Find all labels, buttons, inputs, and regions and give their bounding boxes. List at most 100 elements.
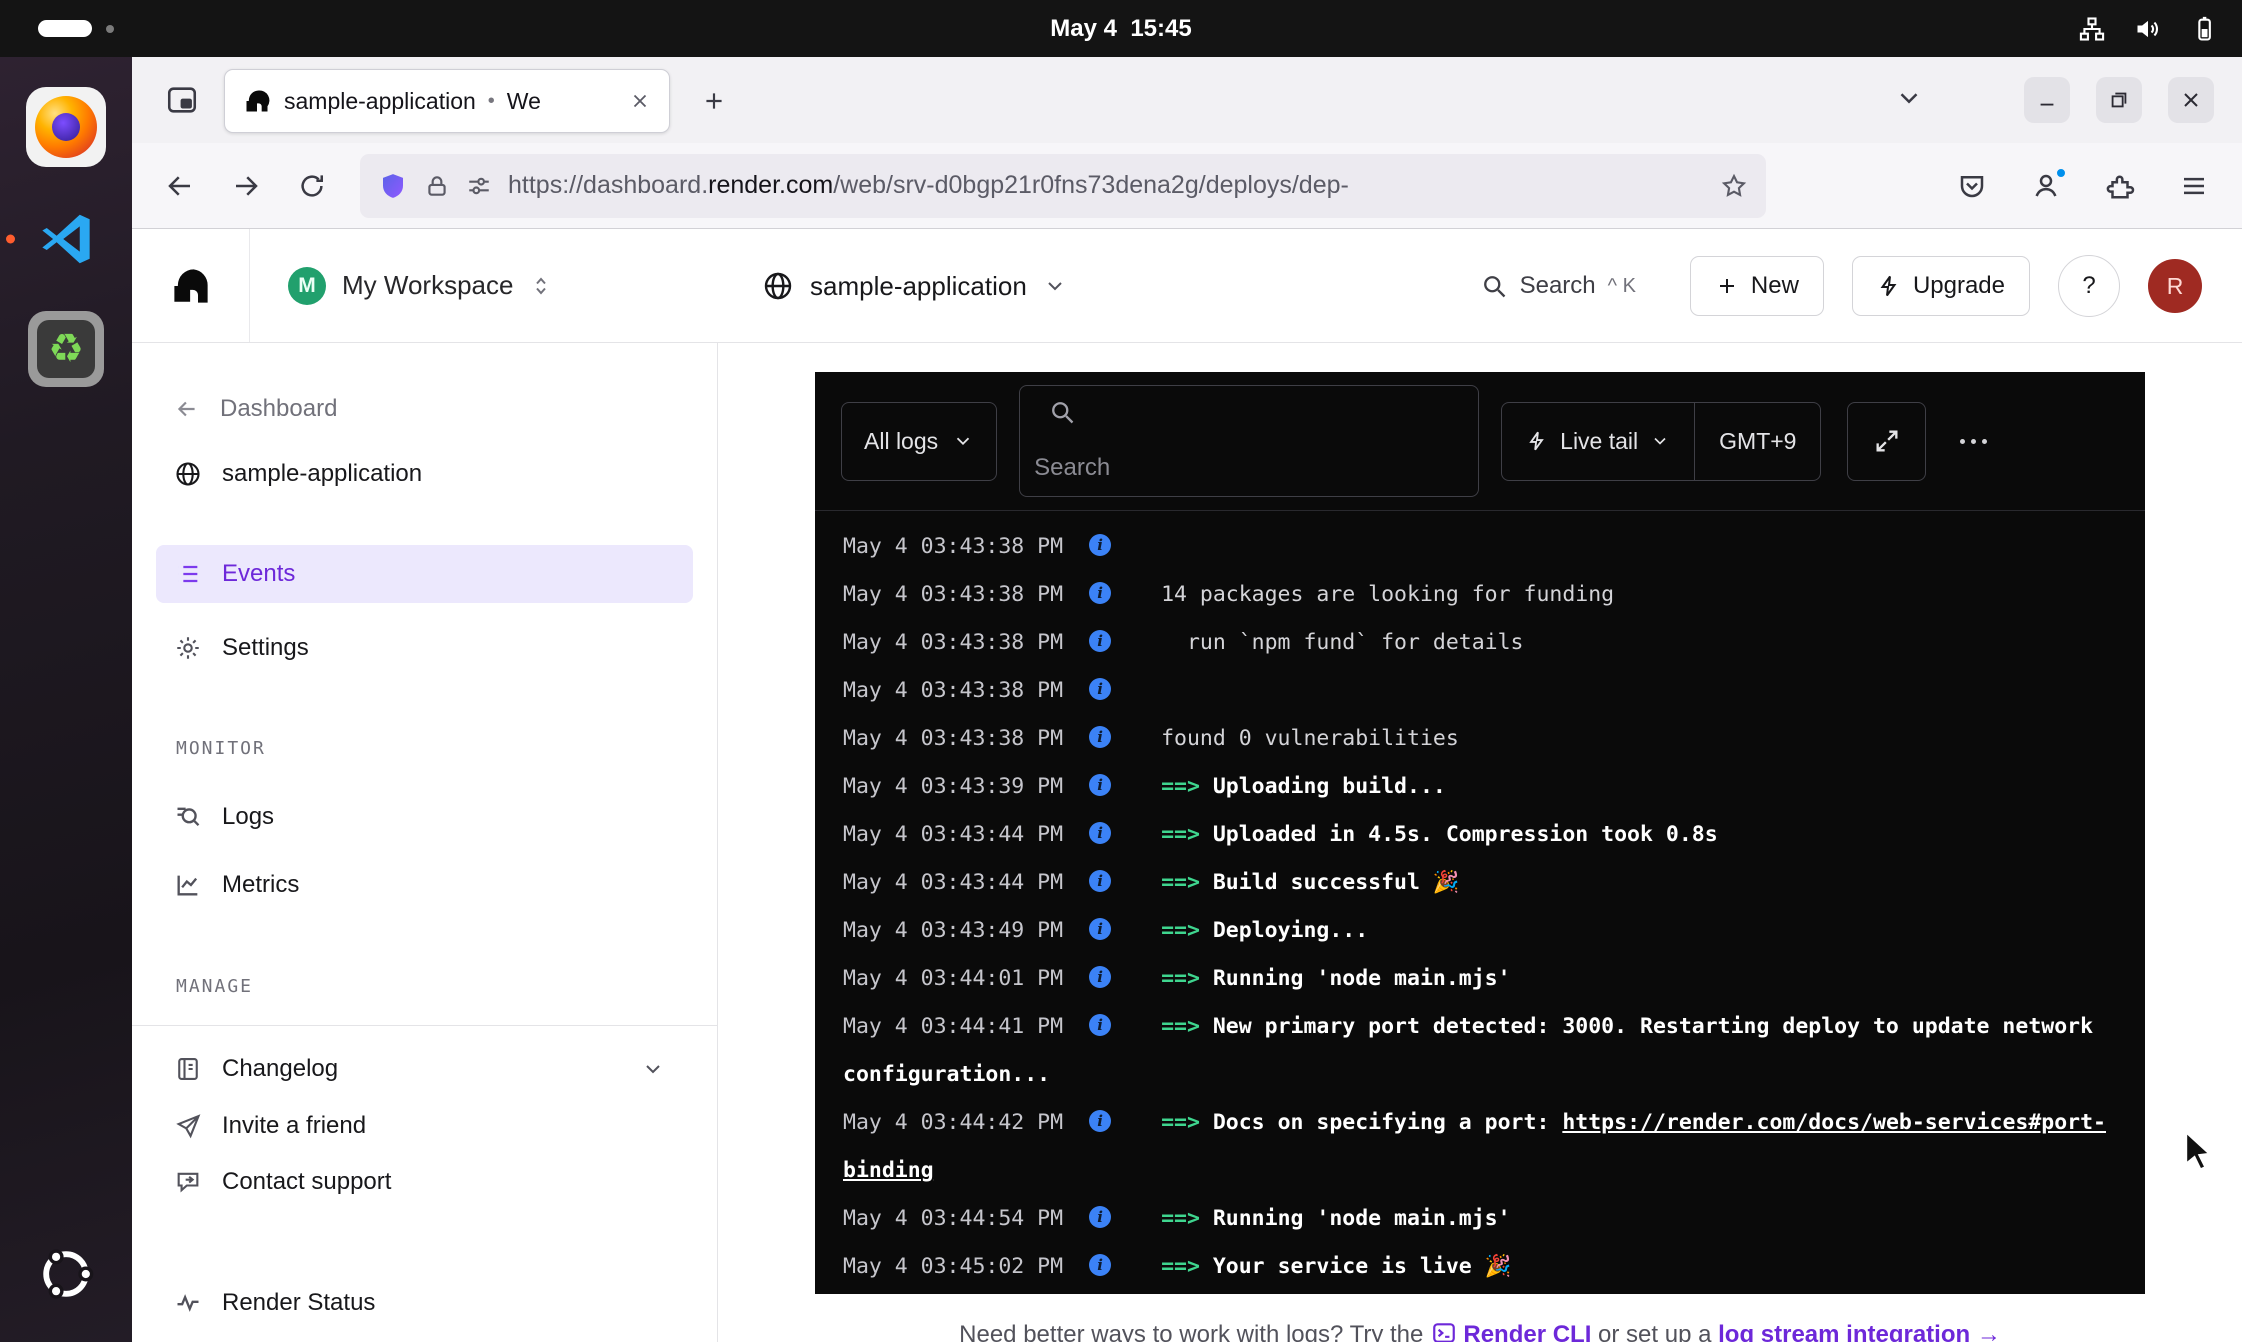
log-row[interactable]: May 4 03:43:38 PMi14 packages are lookin…: [843, 571, 2117, 619]
log-row[interactable]: May 4 03:44:41 PMi==> New primary port d…: [843, 1003, 2117, 1099]
reload-button[interactable]: [286, 160, 338, 212]
logs-search-icon: [174, 803, 202, 831]
send-icon: [174, 1112, 202, 1140]
extensions-button[interactable]: [2094, 160, 2146, 212]
minimize-button[interactable]: [2024, 77, 2070, 123]
new-tab-button[interactable]: [692, 79, 736, 123]
navigation-bar: https://dashboard.render.com/web/srv-d0b…: [132, 143, 2242, 229]
info-icon: i: [1089, 630, 1111, 652]
log-filter-dropdown[interactable]: All logs: [841, 402, 997, 481]
running-indicator-dot: [6, 235, 15, 244]
log-stream-link[interactable]: log stream integration →: [1718, 1321, 2001, 1342]
back-button[interactable]: [154, 160, 206, 212]
system-clock[interactable]: May 4 15:45: [1050, 15, 1191, 43]
firefox-view-button[interactable]: [154, 72, 210, 128]
network-tree-icon[interactable]: [2078, 15, 2106, 43]
log-timestamp: May 4 03:43:38 PM: [843, 630, 1063, 655]
list-all-tabs-button[interactable]: [1894, 83, 1924, 113]
sidebar-back-dashboard[interactable]: Dashboard: [132, 381, 717, 437]
global-search-button[interactable]: Search ^ K: [1480, 272, 1636, 300]
log-timestamp: May 4 03:44:54 PM: [843, 1206, 1063, 1231]
log-row[interactable]: May 4 03:43:44 PMi==> Build successful 🎉: [843, 859, 2117, 907]
live-tail-button[interactable]: Live tail: [1502, 403, 1694, 480]
log-lines[interactable]: May 4 03:43:38 PMi May 4 03:43:38 PMi14 …: [815, 511, 2145, 1294]
log-row[interactable]: May 4 03:44:54 PMi==> Running 'node main…: [843, 1195, 2117, 1243]
sidebar-item-changelog[interactable]: Changelog: [132, 1040, 717, 1098]
log-row[interactable]: May 4 03:44:42 PMi==> Docs on specifying…: [843, 1099, 2117, 1195]
expand-logs-button[interactable]: [1847, 402, 1926, 481]
info-icon: i: [1089, 918, 1111, 940]
log-row[interactable]: May 4 03:43:38 PMi run `npm fund` for de…: [843, 619, 2117, 667]
dock-item-vscode[interactable]: [30, 203, 102, 275]
account-button[interactable]: [2020, 160, 2072, 212]
log-row[interactable]: May 4 03:45:02 PMi==> Your service is li…: [843, 1243, 2117, 1291]
sidebar-item-render-status[interactable]: Render Status: [132, 1274, 717, 1332]
log-row[interactable]: May 4 03:43:49 PMi==> Deploying...: [843, 907, 2117, 955]
show-applications-button[interactable]: [37, 1245, 95, 1308]
main-content: All logs Search: [718, 343, 2242, 1342]
sidebar-item-logs[interactable]: Logs: [132, 787, 717, 847]
recycle-icon: ♻: [37, 320, 95, 378]
pocket-button[interactable]: [1946, 160, 1998, 212]
forward-button[interactable]: [220, 160, 272, 212]
close-window-button[interactable]: [2168, 77, 2214, 123]
tab-close-button[interactable]: [629, 90, 651, 112]
support-label: Contact support: [222, 1168, 391, 1196]
dock-item-software-updater[interactable]: ♻: [28, 311, 104, 387]
close-icon: [629, 90, 651, 112]
footer-prompt: Need better ways to work with logs? Try …: [959, 1321, 1423, 1342]
menu-button[interactable]: [2168, 160, 2220, 212]
user-avatar[interactable]: R: [2148, 259, 2202, 313]
log-timestamp: May 4 03:43:38 PM: [843, 678, 1063, 703]
plus-icon: [1715, 274, 1739, 298]
log-search-input[interactable]: Search: [1019, 385, 1479, 497]
log-message: ==> Uploading build...: [1161, 774, 1446, 799]
restore-button[interactable]: [2096, 77, 2142, 123]
log-row[interactable]: May 4 03:43:44 PMi==> Uploaded in 4.5s. …: [843, 811, 2117, 859]
log-row[interactable]: May 4 03:43:38 PMi: [843, 667, 2117, 715]
sidebar-item-events[interactable]: Events: [156, 545, 693, 603]
sidebar-item-settings[interactable]: Settings: [132, 619, 717, 677]
sidebar-item-invite[interactable]: Invite a friend: [132, 1098, 717, 1154]
help-label: ?: [2082, 272, 2095, 300]
status-label: Render Status: [222, 1289, 375, 1317]
dock-item-firefox[interactable]: [26, 87, 106, 167]
help-button[interactable]: ?: [2058, 255, 2120, 317]
log-row[interactable]: May 4 03:44:01 PMi==> Running 'node main…: [843, 955, 2117, 1003]
sidebar-item-support[interactable]: Contact support: [132, 1154, 717, 1210]
activities-pill[interactable]: [38, 20, 92, 37]
upgrade-button[interactable]: Upgrade: [1852, 256, 2030, 316]
render-logo-link[interactable]: [132, 229, 250, 342]
workspace-switcher[interactable]: M My Workspace: [288, 267, 553, 305]
service-selector[interactable]: sample-application: [762, 229, 1067, 343]
info-icon: i: [1089, 1206, 1111, 1228]
sidebar-service-name[interactable]: sample-application: [132, 445, 717, 503]
logs-label: Logs: [222, 803, 274, 831]
chevron-down-icon: [1894, 83, 1924, 113]
timezone-button[interactable]: GMT+9: [1695, 403, 1820, 480]
terminal-icon: [1431, 1320, 1457, 1342]
globe-icon: [762, 270, 794, 302]
bookmark-star-icon[interactable]: [1720, 172, 1748, 200]
new-button[interactable]: New: [1690, 256, 1824, 316]
render-cli-link[interactable]: Render CLI: [1463, 1321, 1591, 1342]
battery-icon[interactable]: [2190, 15, 2218, 43]
events-label: Events: [222, 560, 295, 588]
changelog-icon: [174, 1055, 202, 1083]
log-row[interactable]: May 4 03:43:39 PMi==> Uploading build...: [843, 763, 2117, 811]
browser-tab[interactable]: sample-application • We: [224, 69, 670, 133]
volume-icon[interactable]: [2134, 15, 2162, 43]
info-icon: i: [1089, 1110, 1111, 1132]
ubuntu-icon: [37, 1245, 95, 1303]
gear-icon: [174, 634, 202, 662]
log-overflow-menu[interactable]: [1960, 439, 1987, 444]
search-icon: [1480, 272, 1508, 300]
log-message: ==> Build successful 🎉: [1161, 870, 1460, 895]
sidebar-item-metrics[interactable]: Metrics: [132, 855, 717, 915]
tracking-protection-shield-icon: [378, 171, 408, 201]
log-row[interactable]: May 4 03:43:38 PMi: [843, 523, 2117, 571]
log-timestamp: May 4 03:43:38 PM: [843, 582, 1063, 607]
info-icon: i: [1089, 1254, 1111, 1276]
log-row[interactable]: May 4 03:43:38 PMifound 0 vulnerabilitie…: [843, 715, 2117, 763]
url-bar[interactable]: https://dashboard.render.com/web/srv-d0b…: [360, 154, 1766, 218]
